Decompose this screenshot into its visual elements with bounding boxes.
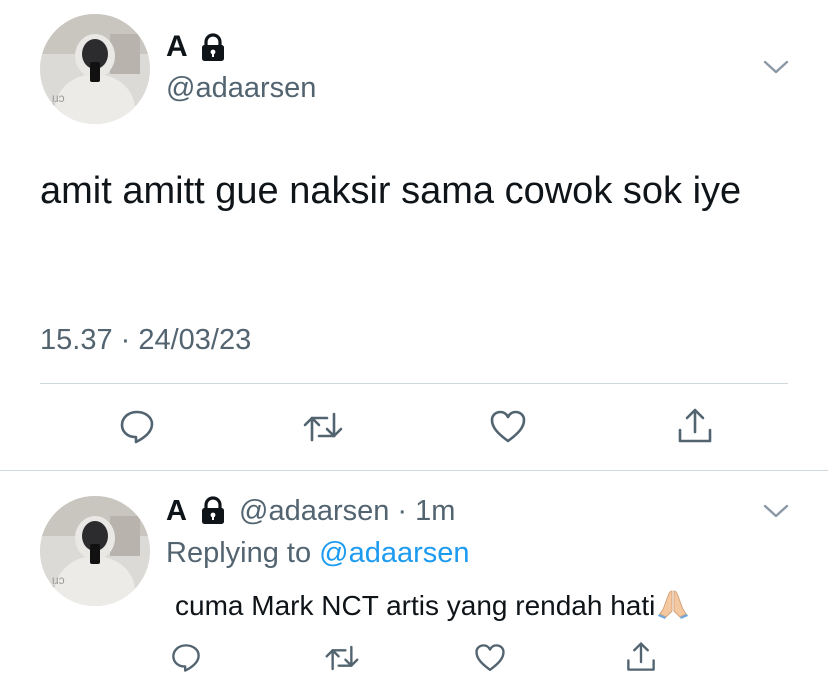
- retweet-icon[interactable]: [303, 410, 343, 444]
- replying-to: Replying to @adaarsen: [166, 535, 470, 571]
- avatar[interactable]: ᴉɹɔ: [40, 496, 150, 606]
- lock-icon: [198, 496, 228, 526]
- tweet-timestamp[interactable]: 15.37 · 24/03/23: [40, 322, 251, 358]
- share-icon[interactable]: [676, 406, 714, 446]
- reply-text-row: cuma Mark NCT artis yang rendah hati: [175, 587, 689, 624]
- share-icon[interactable]: [625, 640, 657, 674]
- chevron-down-icon[interactable]: [762, 501, 790, 521]
- divider: [0, 470, 828, 471]
- divider: [40, 383, 788, 384]
- retweet-icon[interactable]: [325, 643, 359, 673]
- tweet-text: amit amitt gue naksir sama cowok sok iye: [40, 170, 742, 212]
- svg-text:ᴉɹɔ: ᴉɹɔ: [52, 91, 65, 105]
- folded-hands-emoji: [657, 587, 689, 619]
- like-icon[interactable]: [474, 642, 506, 674]
- lock-icon: [198, 33, 228, 63]
- display-name[interactable]: A: [166, 494, 187, 528]
- replying-prefix: Replying to: [166, 537, 320, 569]
- tweet-text: cuma Mark NCT artis yang rendah hati: [175, 590, 656, 621]
- replying-to-link[interactable]: @adaarsen: [319, 537, 469, 569]
- handle-and-time[interactable]: @adaarsen · 1m: [239, 494, 455, 528]
- chevron-down-icon[interactable]: [762, 57, 790, 77]
- reply-icon[interactable]: [118, 408, 156, 446]
- svg-text:ᴉɹɔ: ᴉɹɔ: [52, 573, 65, 587]
- avatar[interactable]: ᴉɹɔ: [40, 14, 150, 124]
- like-icon[interactable]: [489, 408, 527, 446]
- reply-icon[interactable]: [170, 642, 202, 674]
- handle[interactable]: @adaarsen: [166, 70, 316, 106]
- display-name[interactable]: A: [166, 30, 188, 64]
